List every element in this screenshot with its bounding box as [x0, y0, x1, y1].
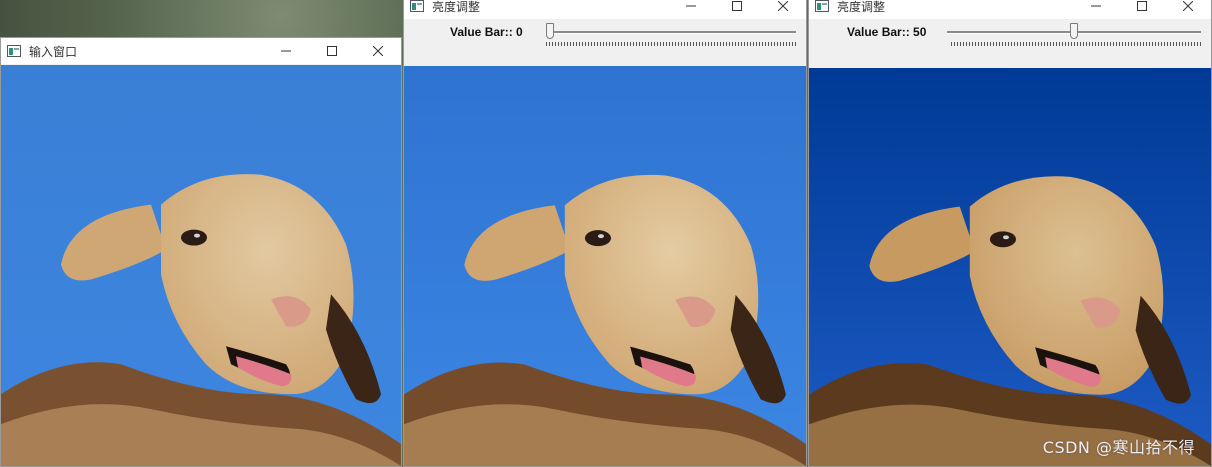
brightness-window-1: 亮度调整 Value Bar:: 0	[403, 0, 807, 467]
window-title: 亮度调整	[837, 0, 886, 14]
title-bar[interactable]: 亮度调整	[809, 0, 1211, 19]
minimize-button[interactable]	[668, 0, 714, 19]
trackbar-row: Value Bar:: 0	[404, 19, 806, 49]
sheep-image	[809, 68, 1211, 466]
window-title: 亮度调整	[432, 0, 481, 14]
trackbar-ticks	[546, 42, 796, 46]
trackbar-row: Value Bar:: 50	[809, 19, 1211, 49]
app-icon	[410, 0, 424, 12]
app-icon	[815, 0, 829, 12]
trackbar-value: 0	[516, 25, 523, 39]
trackbar-label-text: Value Bar::	[847, 25, 910, 39]
close-button[interactable]	[355, 38, 401, 64]
title-bar[interactable]: 亮度调整	[404, 0, 806, 19]
trackbar-track[interactable]	[546, 31, 796, 34]
minimize-button[interactable]	[1073, 0, 1119, 19]
app-icon	[7, 45, 21, 57]
trackbar-label: Value Bar:: 50	[847, 25, 926, 39]
trackbar-label: Value Bar:: 0	[450, 25, 523, 39]
trackbar-thumb[interactable]	[1070, 23, 1078, 39]
input-window: 输入窗口	[0, 37, 402, 467]
trackbar-value: 50	[913, 25, 927, 39]
maximize-button[interactable]	[714, 0, 760, 19]
brightness-window-2: 亮度调整 Value Bar:: 50 CSDN @寒山拾不得	[808, 0, 1212, 467]
desktop-background	[0, 0, 402, 40]
trackbar-ticks	[951, 42, 1201, 46]
title-bar[interactable]: 输入窗口	[1, 38, 401, 64]
trackbar-label-text: Value Bar::	[450, 25, 513, 39]
close-button[interactable]	[1165, 0, 1211, 19]
close-button[interactable]	[760, 0, 806, 19]
window-title: 输入窗口	[29, 44, 78, 59]
trackbar-thumb[interactable]	[546, 23, 554, 39]
maximize-button[interactable]	[1119, 0, 1165, 19]
minimize-button[interactable]	[263, 38, 309, 64]
maximize-button[interactable]	[309, 38, 355, 64]
sheep-image	[1, 65, 401, 466]
watermark: CSDN @寒山拾不得	[1042, 438, 1195, 457]
sheep-image	[404, 66, 806, 466]
